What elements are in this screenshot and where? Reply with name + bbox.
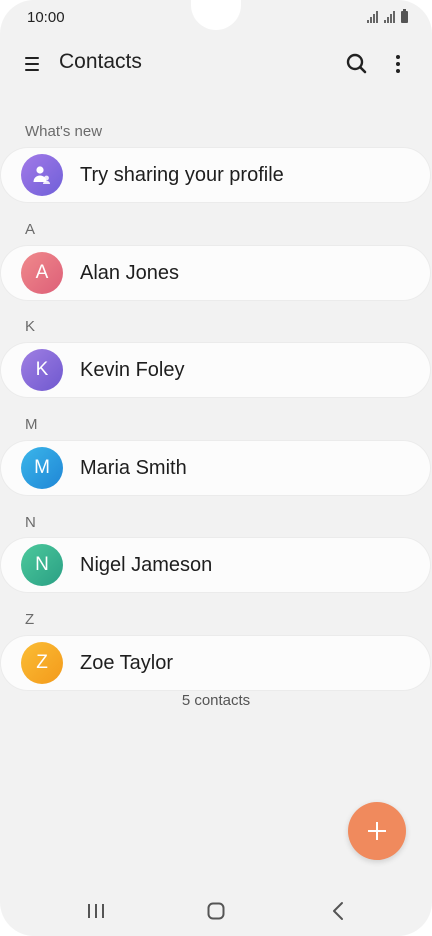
contact-row-nigel-jameson[interactable]: N Nigel Jameson <box>1 538 430 592</box>
section-letter-n: N <box>25 514 36 531</box>
phone-screen: 10:00 Contacts What's new Try sharing yo… <box>0 0 432 936</box>
contact-row-alan-jones[interactable]: A Alan Jones <box>1 246 430 300</box>
menu-icon[interactable] <box>22 54 44 74</box>
section-letter-z: Z <box>25 611 35 628</box>
page-title: Contacts <box>59 50 142 73</box>
avatar: M <box>21 447 63 489</box>
whats-new-item[interactable]: Try sharing your profile <box>1 148 430 202</box>
battery-icon <box>401 9 408 23</box>
search-icon[interactable] <box>344 51 370 77</box>
home-icon[interactable] <box>196 896 236 926</box>
section-letter-m: M <box>25 416 38 433</box>
avatar: N <box>21 544 63 586</box>
contact-name: Kevin Foley <box>80 359 185 381</box>
more-options-icon[interactable] <box>388 51 408 77</box>
contact-row-zoe-taylor[interactable]: Z Zoe Taylor <box>1 636 430 690</box>
whats-new-label: Try sharing your profile <box>80 164 284 186</box>
back-icon[interactable] <box>318 896 358 926</box>
recent-apps-icon[interactable] <box>76 896 116 926</box>
section-letter-a: A <box>25 221 36 238</box>
contact-row-maria-smith[interactable]: M Maria Smith <box>1 441 430 495</box>
section-letter-k: K <box>25 318 36 335</box>
section-whats-new: What's new <box>25 123 103 140</box>
avatar: Z <box>21 642 63 684</box>
contacts-count: 5 contacts <box>181 692 251 709</box>
contact-name: Nigel Jameson <box>80 554 213 576</box>
add-contact-button[interactable] <box>348 802 406 860</box>
status-time: 10:00 <box>27 9 65 26</box>
camera-notch <box>191 0 241 30</box>
signal-icon-2 <box>384 11 395 23</box>
contact-name: Alan Jones <box>80 262 179 284</box>
avatar: A <box>21 252 63 294</box>
plus-icon-stroke <box>376 822 378 840</box>
status-icons <box>367 9 408 23</box>
app-bar: Contacts <box>0 40 432 88</box>
profile-share-icon <box>21 154 63 196</box>
navigation-bar <box>0 886 432 936</box>
contact-row-kevin-foley[interactable]: K Kevin Foley <box>1 343 430 397</box>
contact-name: Maria Smith <box>80 457 187 479</box>
contact-name: Zoe Taylor <box>80 652 174 674</box>
avatar: K <box>21 349 63 391</box>
signal-icon <box>367 11 378 23</box>
